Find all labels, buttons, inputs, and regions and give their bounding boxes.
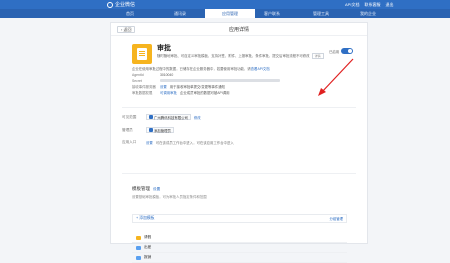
folder-icon <box>136 255 141 260</box>
company-icon <box>149 115 153 119</box>
entry-label: 应用入口 <box>122 139 137 144</box>
event-server-settings-link[interactable]: 设置 <box>160 84 167 89</box>
visibility-label: 可见范围 <box>122 114 137 119</box>
app-description: 随时随地审批、可自定义审批模板、支持补签、附件、上报审批、条件审批，提交后审批流… <box>157 53 327 60</box>
folder-icon <box>136 235 141 240</box>
logo-text: 企业微信 <box>115 2 136 8</box>
data-permission-row: 审批数据权限 可调用审批 企业成员审批的数据可被API调用 <box>132 90 230 96</box>
visibility-section: 可见范围 广州腾讯科技有限公司 修改 <box>122 113 362 121</box>
folder-icon <box>136 245 141 250</box>
secret-value-masked <box>160 79 280 83</box>
user-icon <box>149 128 153 132</box>
approval-app-icon <box>132 44 152 64</box>
edit-visibility-link[interactable]: 修改 <box>194 115 201 120</box>
api-doc-link[interactable]: API文档 <box>345 2 359 8</box>
entry-settings-link[interactable]: 设置 <box>146 140 153 145</box>
api-doc-inline-link[interactable]: 查看API文档 <box>251 67 270 71</box>
toggle-label: 已启用 <box>329 49 340 54</box>
admin-section: 管理员 添加管理员 <box>122 126 362 134</box>
contact-link[interactable]: 联系客服 <box>364 2 380 8</box>
tab-my-company[interactable]: 我的企业 <box>343 9 393 18</box>
app-name: 审批 <box>157 45 171 52</box>
enable-control: 已启用 <box>329 48 354 54</box>
detail-tag[interactable]: 详情 <box>311 53 324 60</box>
company-chip: 广州腾讯科技有限公司 <box>146 114 191 120</box>
tab-contacts[interactable]: 通讯录 <box>155 9 205 18</box>
entry-desc: 可在该成员工作台中进入，可在该应用工作台中进入 <box>155 140 234 145</box>
tab-home[interactable]: 首页 <box>105 9 155 18</box>
app-detail-panel: ‹ 返回 应用详情 审批 随时随地审批、可自定义审批模板、支持补签、附件、上报审… <box>110 22 368 263</box>
permission-link[interactable]: 可调用审批 <box>160 90 177 95</box>
template-list: 请假 出差 报销 <box>132 233 347 263</box>
list-item[interactable]: 请假 <box>132 233 347 243</box>
logo-icon <box>107 1 113 8</box>
template-section-title: 模板管理 设置 <box>132 186 161 191</box>
template-toolbar: + 添加模板 分组管理 <box>132 214 347 223</box>
agentid-value: 3010040 <box>160 72 174 77</box>
page-title: 应用详情 <box>228 27 249 33</box>
group-manage-link[interactable]: 分组管理 <box>329 216 343 221</box>
panel-header: ‹ 返回 应用详情 <box>111 23 367 36</box>
list-item[interactable]: 出差 <box>132 243 347 253</box>
add-admin-button[interactable]: 添加管理员 <box>146 127 174 133</box>
main-nav: 首页 通讯录 应用管理 客户联系 管理工具 我的企业 <box>0 9 450 18</box>
divider <box>122 107 356 108</box>
enable-toggle[interactable] <box>341 48 354 54</box>
tab-tools[interactable]: 管理工具 <box>296 9 346 18</box>
add-template-button[interactable]: + 添加模板 <box>136 216 154 221</box>
tab-customer[interactable]: 客户联系 <box>247 9 297 18</box>
app-info: 企业在使用审批过程中的数据，已储存在企业服务器中，若要使用审批功能，请查看API… <box>132 67 312 96</box>
admin-label: 管理员 <box>122 127 133 132</box>
template-settings-link[interactable]: 设置 <box>153 187 160 191</box>
logout-link[interactable]: 退出 <box>385 2 393 8</box>
top-bar: 企业微信 API文档 联系客服 退出 <box>0 0 450 9</box>
template-desc: 设置基础审批模板，可为审批人员指定条件和范围 <box>132 195 207 199</box>
list-item[interactable]: 报销 <box>132 253 347 263</box>
top-links: API文档 联系客服 退出 <box>345 2 393 8</box>
red-annotation-arrow <box>318 58 354 96</box>
divider <box>122 173 356 174</box>
entry-section: 应用入口 设置 可在该成员工作台中进入，可在该应用工作台中进入 <box>122 138 362 146</box>
logo[interactable]: 企业微信 <box>107 1 135 8</box>
